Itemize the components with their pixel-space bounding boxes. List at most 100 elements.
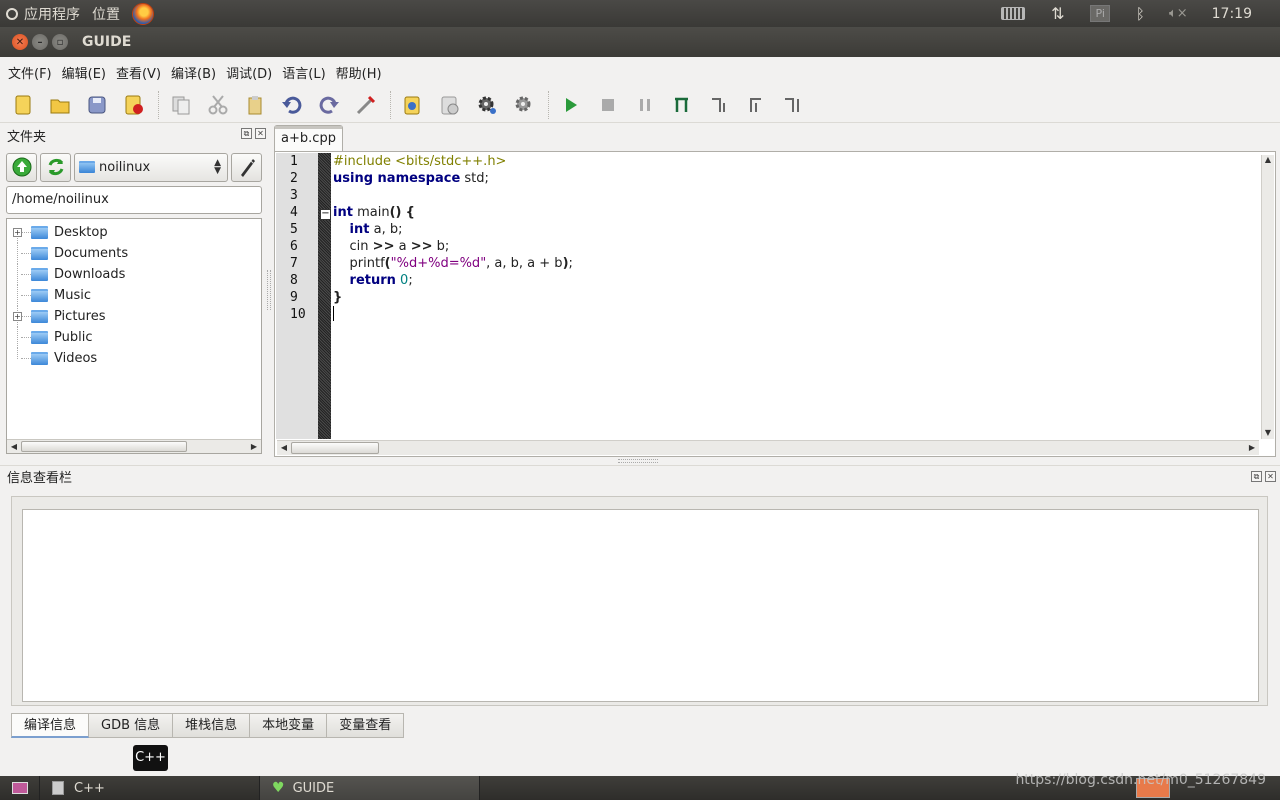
keyboard-indicator[interactable] bbox=[995, 0, 1031, 27]
menu-edit[interactable]: 编辑(E) bbox=[58, 63, 110, 82]
tree-item-pictures[interactable]: + Pictures bbox=[7, 306, 261, 327]
refresh-button[interactable] bbox=[40, 152, 71, 182]
undo-button[interactable] bbox=[277, 90, 307, 120]
run-button[interactable] bbox=[556, 90, 586, 120]
watermark: https://blog.csdn.net/m0_51267849 bbox=[1015, 772, 1266, 788]
expand-icon[interactable]: + bbox=[13, 312, 22, 321]
tree-horizontal-scrollbar[interactable]: ◀ ▶ bbox=[7, 439, 261, 453]
pause-button[interactable] bbox=[630, 90, 660, 120]
scroll-up-icon[interactable]: ▲ bbox=[1262, 155, 1274, 166]
tree-line bbox=[17, 285, 18, 306]
compile-settings-button[interactable] bbox=[351, 90, 381, 120]
folder-tree[interactable]: + Desktop Documents Downloads Music + Pi… bbox=[6, 218, 262, 454]
menu-language[interactable]: 语言(L) bbox=[278, 63, 329, 82]
browse-button[interactable] bbox=[231, 152, 262, 182]
pi-indicator[interactable]: Pi bbox=[1084, 0, 1115, 27]
task-cpp[interactable]: C++ bbox=[40, 776, 260, 800]
tab-local-variables[interactable]: 本地变量 bbox=[250, 713, 328, 738]
show-desktop-button[interactable] bbox=[0, 776, 40, 800]
dock-close-button[interactable]: ✕ bbox=[255, 128, 266, 139]
tree-item-desktop[interactable]: + Desktop bbox=[7, 222, 261, 243]
new-file-button[interactable] bbox=[8, 90, 38, 120]
scrollbar-thumb[interactable] bbox=[21, 441, 187, 452]
window-titlebar[interactable]: ✕ – ▫ GUIDE bbox=[0, 27, 1280, 57]
applications-menu[interactable]: 应用程序 bbox=[0, 0, 86, 27]
save-button[interactable] bbox=[82, 90, 112, 120]
window-close-button[interactable]: ✕ bbox=[12, 34, 28, 50]
minimize-icon: – bbox=[37, 36, 43, 48]
editor-vertical-scrollbar[interactable]: ▲ ▼ bbox=[1261, 155, 1274, 439]
code-token: return bbox=[349, 273, 396, 288]
fold-collapse-icon[interactable]: − bbox=[320, 209, 331, 220]
tab-watch-variables[interactable]: 变量查看 bbox=[327, 713, 405, 738]
menu-help[interactable]: 帮助(H) bbox=[332, 63, 386, 82]
redo-button[interactable] bbox=[314, 90, 344, 120]
firefox-launcher[interactable] bbox=[126, 0, 160, 27]
text-cursor bbox=[333, 306, 334, 321]
pause-icon bbox=[640, 98, 650, 111]
tab-stack-info[interactable]: 堆栈信息 bbox=[173, 713, 251, 738]
window-maximize-button[interactable]: ▫ bbox=[52, 34, 68, 50]
code-token: a, b; bbox=[373, 222, 403, 237]
path-field[interactable]: /home/noilinux bbox=[6, 186, 262, 214]
dock-float-button[interactable]: ⧉ bbox=[241, 128, 252, 139]
tree-line bbox=[21, 253, 31, 254]
scroll-right-icon[interactable]: ▶ bbox=[1246, 442, 1258, 454]
scroll-left-icon[interactable]: ◀ bbox=[8, 441, 20, 452]
dock-close-button[interactable]: ✕ bbox=[1265, 471, 1276, 482]
tab-gdb-info[interactable]: GDB 信息 bbox=[89, 713, 174, 738]
go-up-button[interactable] bbox=[6, 152, 37, 182]
menu-view[interactable]: 查看(V) bbox=[112, 63, 165, 82]
expand-icon[interactable]: + bbox=[13, 228, 22, 237]
places-menu[interactable]: 位置 bbox=[86, 0, 126, 27]
dock-float-button[interactable]: ⧉ bbox=[1251, 471, 1262, 482]
settings-gear-button[interactable] bbox=[472, 90, 502, 120]
code-line: int main() { bbox=[332, 204, 1252, 221]
tab-a-b-cpp[interactable]: a+b.cpp bbox=[274, 125, 343, 152]
scroll-left-icon[interactable]: ◀ bbox=[278, 442, 290, 454]
task-guide[interactable]: ♥ GUIDE bbox=[260, 776, 480, 800]
tree-item-public[interactable]: Public bbox=[7, 327, 261, 348]
open-file-button[interactable] bbox=[45, 90, 75, 120]
vertical-splitter[interactable] bbox=[267, 270, 271, 310]
window-minimize-button[interactable]: – bbox=[32, 34, 48, 50]
code-editor[interactable]: 1 2 3 4 5 6 7 8 9 10 − #include <bits/st… bbox=[274, 151, 1276, 457]
tree-item-documents[interactable]: Documents bbox=[7, 243, 261, 264]
cut-button[interactable] bbox=[203, 90, 233, 120]
code-area[interactable]: #include <bits/stdc++.h> using namespace… bbox=[332, 153, 1252, 439]
menu-build[interactable]: 编译(B) bbox=[167, 63, 220, 82]
task-label: C++ bbox=[74, 780, 105, 796]
tree-line bbox=[21, 295, 31, 296]
tree-item-downloads[interactable]: Downloads bbox=[7, 264, 261, 285]
close-file-button[interactable] bbox=[119, 90, 149, 120]
step-into-button[interactable] bbox=[667, 90, 697, 120]
paste-button[interactable] bbox=[240, 90, 270, 120]
clock[interactable]: 17:19 bbox=[1206, 0, 1258, 27]
step-over-button[interactable] bbox=[704, 90, 734, 120]
tab-compile-info[interactable]: 编译信息 bbox=[11, 713, 90, 738]
menu-debug[interactable]: 调试(D) bbox=[222, 63, 276, 82]
volume-indicator[interactable]: 🔈︎× bbox=[1163, 0, 1194, 27]
run-config-button[interactable] bbox=[509, 90, 539, 120]
scroll-right-icon[interactable]: ▶ bbox=[248, 441, 260, 452]
menu-file[interactable]: 文件(F) bbox=[4, 63, 56, 82]
step-return-button[interactable] bbox=[778, 90, 808, 120]
scroll-down-icon[interactable]: ▼ bbox=[1262, 428, 1274, 439]
step-out-button[interactable] bbox=[741, 90, 771, 120]
scrollbar-thumb[interactable] bbox=[291, 442, 379, 454]
bluetooth-indicator[interactable]: ᛒ bbox=[1130, 0, 1151, 27]
stop-button[interactable] bbox=[593, 90, 623, 120]
compile-output-pane[interactable] bbox=[22, 509, 1259, 702]
tree-item-music[interactable]: Music bbox=[7, 285, 261, 306]
horizontal-splitter[interactable] bbox=[618, 459, 658, 463]
fold-margin[interactable] bbox=[318, 153, 331, 439]
compile-button[interactable] bbox=[435, 90, 465, 120]
folder-dock: 文件夹 ⧉ ✕ noilinux ▲ ▼ /home/noilinux + Des… bbox=[0, 124, 270, 457]
copy-button[interactable] bbox=[166, 90, 196, 120]
editor-horizontal-scrollbar[interactable]: ◀ ▶ bbox=[277, 440, 1259, 455]
network-indicator[interactable]: ⇅ bbox=[1045, 0, 1070, 27]
build-button[interactable] bbox=[398, 90, 428, 120]
save-icon bbox=[88, 96, 106, 113]
location-combo[interactable]: noilinux ▲ ▼ bbox=[74, 152, 228, 182]
tree-item-videos[interactable]: Videos bbox=[7, 348, 261, 369]
